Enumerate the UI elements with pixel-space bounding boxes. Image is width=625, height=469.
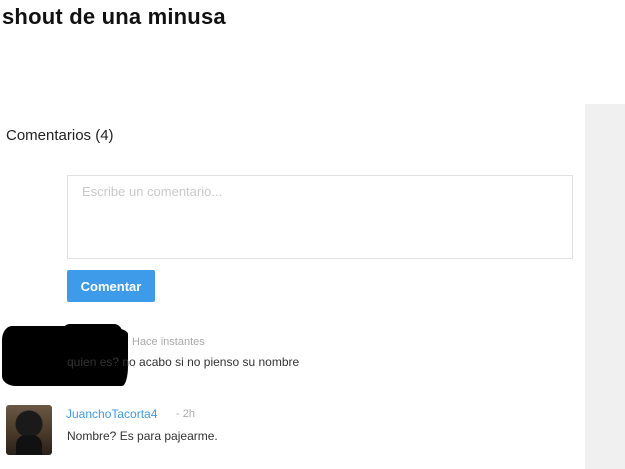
comment-author-link[interactable]: JuanchoTacorta4 (66, 407, 157, 421)
user-avatar[interactable] (6, 405, 52, 455)
comment-timestamp: - 2h (176, 408, 195, 420)
post-title: shout de una minusa (2, 4, 226, 29)
comment-input[interactable] (67, 175, 573, 259)
comment-submit-button[interactable]: Comentar (67, 270, 155, 302)
sidebar-panel (585, 104, 625, 469)
comment-text: quien es? no acabo si no pienso su nombr… (67, 355, 300, 369)
avatar-figure (16, 435, 42, 455)
comments-heading: Comentarios (4) (6, 127, 114, 144)
comment-timestamp: Hace instantes (132, 336, 205, 348)
comment-text: Nombre? Es para pajearme. (67, 429, 218, 443)
